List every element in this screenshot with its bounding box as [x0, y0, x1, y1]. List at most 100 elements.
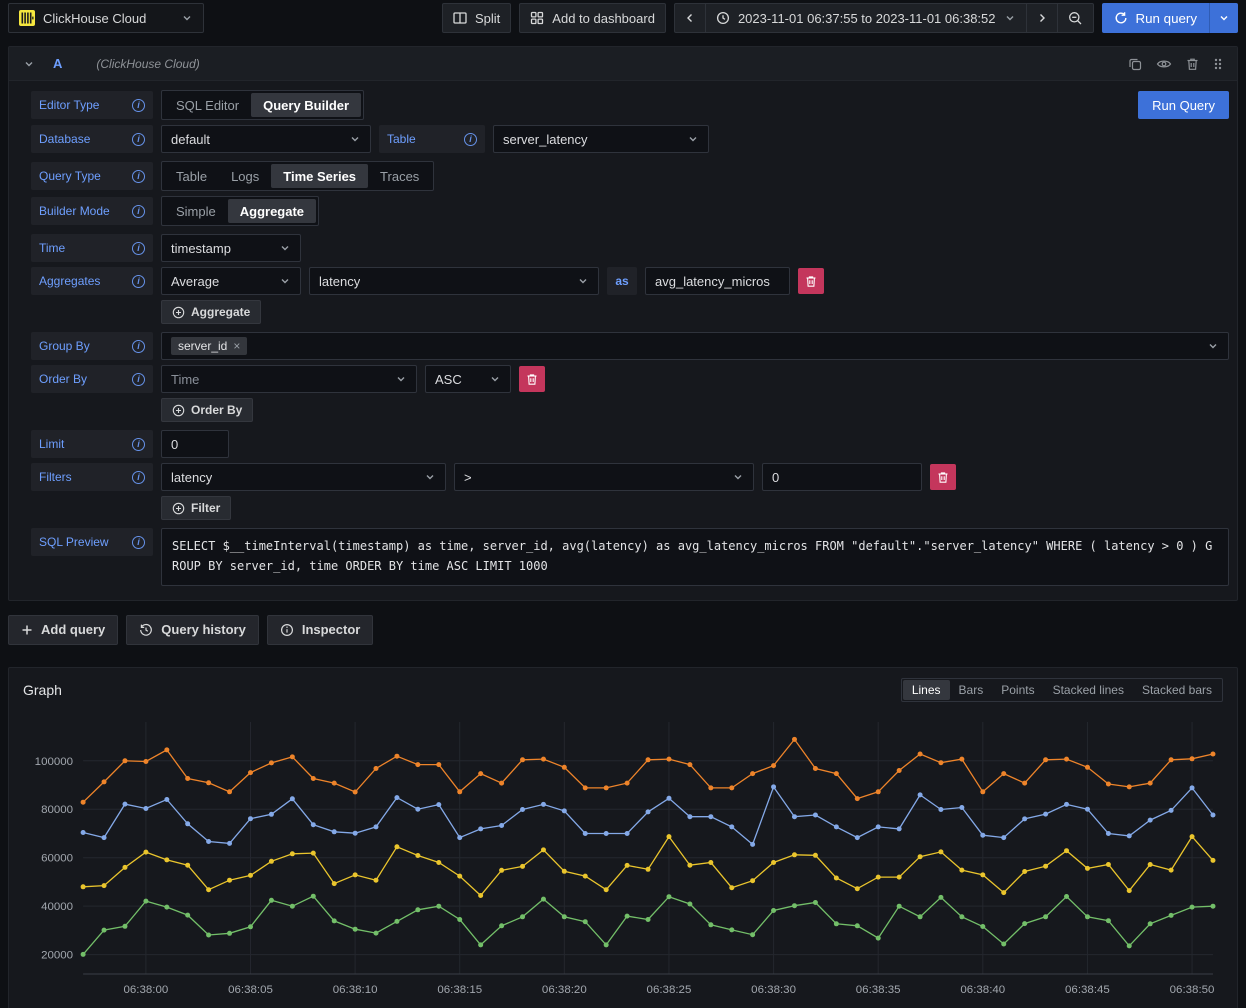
chart-area: 2000040000600008000010000006:38:0006:38:…: [9, 706, 1237, 1008]
svg-text:100000: 100000: [35, 755, 73, 767]
aggregate-column-select[interactable]: latency: [309, 267, 599, 295]
order-by-label: Order By i: [31, 365, 153, 393]
run-query-button[interactable]: Run query: [1102, 3, 1210, 33]
time-label: Time i: [31, 234, 153, 262]
remove-filter-button[interactable]: [930, 464, 956, 490]
add-to-dashboard-button[interactable]: Add to dashboard: [519, 3, 666, 33]
info-icon[interactable]: i: [132, 340, 145, 353]
zoom-out-button[interactable]: [1057, 3, 1094, 33]
info-icon[interactable]: i: [132, 536, 145, 549]
time-range-button[interactable]: 2023-11-01 06:37:55 to 2023-11-01 06:38:…: [705, 3, 1026, 33]
run-query-split-button: Run query: [1102, 3, 1239, 33]
table-select[interactable]: server_latency: [493, 125, 709, 153]
aggregate-function-select[interactable]: Average: [161, 267, 301, 295]
limit-label: Limit i: [31, 430, 153, 458]
query-type-option-logs[interactable]: Logs: [219, 164, 271, 188]
graph-style-points[interactable]: Points: [992, 680, 1043, 700]
hide-query-eye-icon[interactable]: [1156, 57, 1172, 71]
sql-preview-row: SQL Preview i SELECT $__timeInterval(tim…: [31, 528, 1229, 586]
query-type-option-table[interactable]: Table: [164, 164, 219, 188]
info-icon[interactable]: i: [132, 242, 145, 255]
editor-type-option-query-builder[interactable]: Query Builder: [251, 93, 361, 117]
trash-icon: [805, 275, 817, 288]
info-icon[interactable]: i: [132, 205, 145, 218]
query-history-button[interactable]: Query history: [126, 615, 259, 645]
add-query-button[interactable]: Add query: [8, 615, 118, 645]
chevron-down-icon: [395, 373, 407, 385]
info-icon[interactable]: i: [132, 275, 145, 288]
query-type-option-time-series[interactable]: Time Series: [271, 164, 368, 188]
order-by-direction-select[interactable]: ASC: [425, 365, 511, 393]
builder-mode-option-simple[interactable]: Simple: [164, 199, 228, 223]
run-query-caret-button[interactable]: [1209, 3, 1238, 33]
inspector-button[interactable]: Inspector: [267, 615, 374, 645]
query-editor-panel: A (ClickHouse Cloud) Editor Type i: [8, 46, 1238, 601]
run-query-panel-button[interactable]: Run Query: [1138, 91, 1229, 119]
add-aggregate-button[interactable]: Aggregate: [161, 300, 261, 324]
graph-style-toggle: Lines Bars Points Stacked lines Stacked …: [901, 678, 1223, 702]
filter-value-input[interactable]: 0: [762, 463, 922, 491]
svg-text:06:38:50: 06:38:50: [1170, 984, 1215, 996]
aggregates-row: Aggregates i Average latency as avg_late…: [31, 267, 1229, 295]
aggregate-alias-input[interactable]: avg_latency_micros: [645, 267, 790, 295]
filter-field-select[interactable]: latency: [161, 463, 446, 491]
info-icon[interactable]: i: [132, 438, 145, 451]
editor-type-option-sql-editor[interactable]: SQL Editor: [164, 93, 251, 117]
svg-text:06:38:45: 06:38:45: [1065, 984, 1110, 996]
filters-label: Filters i: [31, 463, 153, 491]
sql-preview-label: SQL Preview i: [31, 528, 153, 556]
query-type-label: Query Type i: [31, 162, 153, 190]
group-by-multiselect[interactable]: server_id ×: [161, 332, 1229, 360]
collapse-chevron-icon[interactable]: [23, 58, 35, 70]
time-shift-forward-button[interactable]: [1026, 3, 1057, 33]
svg-text:06:38:10: 06:38:10: [333, 984, 378, 996]
group-by-tag[interactable]: server_id ×: [171, 337, 247, 355]
limit-input[interactable]: 0: [161, 430, 229, 458]
time-column-select[interactable]: timestamp: [161, 234, 301, 262]
graph-style-bars[interactable]: Bars: [950, 680, 993, 700]
remove-order-by-button[interactable]: [519, 366, 545, 392]
add-filter-button[interactable]: Filter: [161, 496, 231, 520]
aggregates-label: Aggregates i: [31, 267, 153, 295]
remove-tag-icon[interactable]: ×: [233, 339, 240, 353]
delete-query-trash-icon[interactable]: [1186, 57, 1199, 71]
chevron-down-icon: [279, 275, 291, 287]
time-series-chart[interactable]: 2000040000600008000010000006:38:0006:38:…: [19, 712, 1227, 1004]
graph-style-lines[interactable]: Lines: [903, 680, 950, 700]
info-circle-icon: [280, 623, 294, 637]
datasource-picker[interactable]: ClickHouse Cloud: [8, 3, 204, 33]
chevron-down-icon: [489, 373, 501, 385]
query-type-option-traces[interactable]: Traces: [368, 164, 431, 188]
drag-handle-icon[interactable]: [1213, 57, 1223, 71]
graph-style-stacked-lines[interactable]: Stacked lines: [1044, 680, 1133, 700]
editor-type-row: Editor Type i SQL Editor Query Builder R…: [31, 90, 1229, 120]
builder-mode-option-aggregate[interactable]: Aggregate: [228, 199, 316, 223]
chevron-down-icon: [1004, 12, 1016, 24]
query-row-header[interactable]: A (ClickHouse Cloud): [9, 47, 1237, 81]
svg-text:06:38:05: 06:38:05: [228, 984, 273, 996]
add-order-by-button[interactable]: Order By: [161, 398, 253, 422]
chevron-down-icon: [732, 471, 744, 483]
database-select[interactable]: default: [161, 125, 371, 153]
add-aggregate-row: Aggregate: [31, 300, 1229, 324]
graph-style-stacked-bars[interactable]: Stacked bars: [1133, 680, 1221, 700]
info-icon[interactable]: i: [464, 133, 477, 146]
split-label: Split: [475, 11, 500, 26]
info-icon[interactable]: i: [132, 99, 145, 112]
time-shift-back-button[interactable]: [674, 3, 705, 33]
query-ref-id: A: [53, 56, 62, 71]
order-by-field-select[interactable]: Time: [161, 365, 417, 393]
info-icon[interactable]: i: [132, 373, 145, 386]
remove-aggregate-button[interactable]: [798, 268, 824, 294]
info-icon[interactable]: i: [132, 170, 145, 183]
history-icon: [139, 623, 153, 637]
filter-operator-select[interactable]: >: [454, 463, 754, 491]
duplicate-query-icon[interactable]: [1128, 57, 1142, 71]
info-icon[interactable]: i: [132, 471, 145, 484]
info-icon[interactable]: i: [132, 133, 145, 146]
builder-mode-row: Builder Mode i Simple Aggregate: [31, 196, 1229, 226]
svg-text:06:38:20: 06:38:20: [542, 984, 587, 996]
table-label: Table i: [379, 125, 485, 153]
builder-mode-label: Builder Mode i: [31, 197, 153, 225]
split-button[interactable]: Split: [442, 3, 511, 33]
